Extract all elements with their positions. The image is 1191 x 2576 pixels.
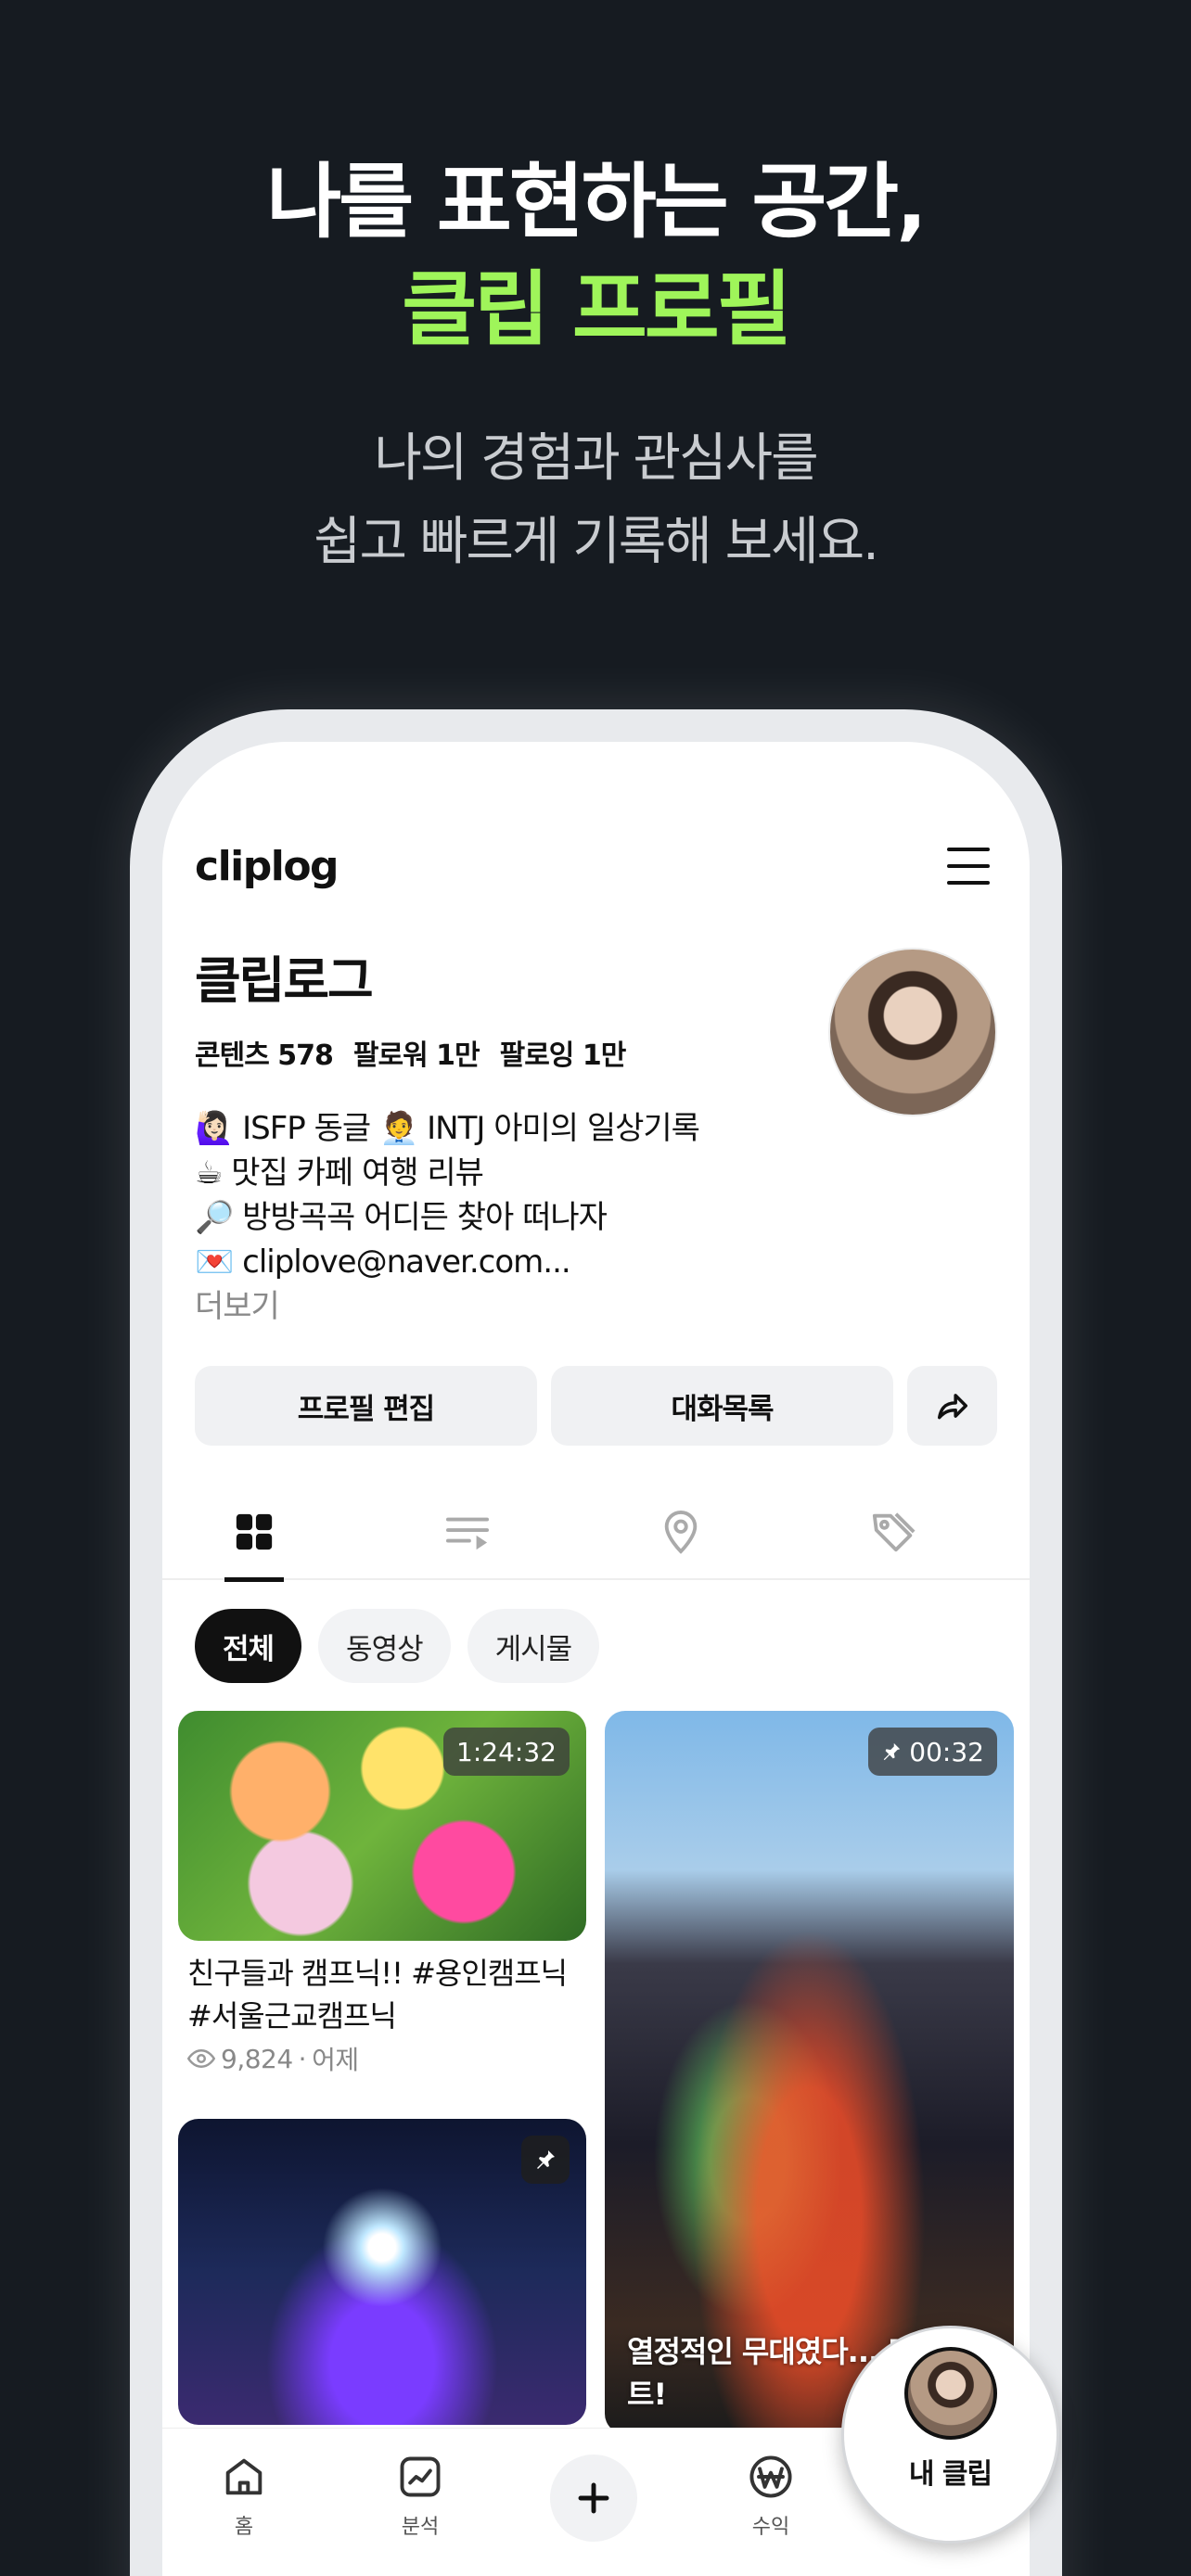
hamburger-menu-icon[interactable] — [947, 848, 990, 885]
tab-playlist[interactable] — [421, 1484, 514, 1580]
my-clip-avatar — [903, 2347, 997, 2440]
duration-text: 00:32 — [909, 1736, 984, 1767]
grid-icon — [236, 1513, 273, 1550]
tag-icon — [872, 1512, 916, 1552]
card-title[interactable]: 친구들과 캠프닉!! #용인캠프닉 #서울근교캠프닉 — [187, 1952, 586, 2037]
video-card-picnic[interactable]: 1:24:32 — [178, 1711, 586, 1941]
bio-line: ☕ 맛집 카페 여행 리뷰 — [195, 1154, 484, 1192]
bio-line: 💌 cliplove@naver.com... — [195, 1243, 571, 1281]
pinned-badge — [521, 2136, 570, 2184]
analytics-icon — [400, 2456, 441, 2497]
chip-all[interactable]: 전체 — [195, 1609, 302, 1683]
hero-title-line1: 나를 표현하는 공간, — [266, 154, 927, 249]
hero-title-line2: 클립 프로필 — [402, 261, 791, 357]
phone-screen: cliplog 클립로그 콘텐츠 578 팔로워 1만 팔로잉 1만 🙋🏻‍♀️… — [162, 742, 1030, 2576]
create-button[interactable] — [550, 2455, 637, 2542]
duration-text: 1:24:32 — [456, 1736, 557, 1767]
card-meta: 9,824 · 어제 — [187, 2040, 359, 2077]
my-clip-label: 내 클립 — [908, 2458, 992, 2491]
edit-profile-button[interactable]: 프로필 편집 — [195, 1366, 537, 1446]
meta-dot: · — [298, 2043, 307, 2074]
share-arrow-icon — [937, 1394, 967, 1420]
won-coin-icon — [749, 2455, 792, 2498]
hero-subtitle-line2: 쉽고 빠르게 기록해 보세요. — [314, 512, 879, 572]
tab-tags[interactable] — [848, 1484, 941, 1580]
hero-subtitle: 나의 경험과 관심사를 쉽고 빠르게 기록해 보세요. — [0, 417, 1191, 584]
tab-grid[interactable] — [208, 1484, 301, 1582]
my-clip-button[interactable]: 내 클립 — [841, 2326, 1059, 2544]
profile-actions: 프로필 편집 대화목록 — [195, 1366, 997, 1446]
post-date: 어제 — [312, 2045, 359, 2075]
hero-section: 나를 표현하는 공간, 클립 프로필 나의 경험과 관심사를 쉽고 빠르게 기록… — [0, 148, 1191, 584]
profile-avatar[interactable] — [828, 948, 997, 1116]
nav-label-revenue: 수익 — [751, 2516, 790, 2539]
chip-videos[interactable]: 동영상 — [318, 1609, 451, 1683]
bio-line: 🔎 방방곡곡 어디든 찾아 떠나자 — [195, 1199, 608, 1236]
home-icon — [225, 2458, 263, 2495]
duration-badge: 1:24:32 — [443, 1728, 570, 1776]
tab-location[interactable] — [634, 1484, 727, 1580]
location-pin-icon — [664, 1511, 698, 1554]
bio-line: 🙋🏻‍♀️ ISFP 동글 🧑‍💼 INTJ 아미의 일상기록 — [195, 1110, 700, 1147]
nav-home[interactable]: 홈 — [188, 2453, 300, 2540]
pin-icon — [537, 2150, 555, 2169]
stat-following[interactable]: 팔로잉 1만 — [500, 1032, 627, 1073]
eye-icon — [187, 2048, 215, 2069]
bio-more-link[interactable]: 더보기 — [195, 1284, 997, 1329]
nav-revenue[interactable]: 수익 — [715, 2453, 826, 2540]
post-card-festival[interactable] — [178, 2119, 586, 2425]
plus-icon — [578, 2482, 609, 2514]
app-header: cliplog — [195, 835, 997, 899]
nav-analytics[interactable]: 분석 — [365, 2453, 476, 2540]
share-button[interactable] — [907, 1366, 997, 1446]
chip-posts[interactable]: 게시물 — [467, 1609, 600, 1683]
stat-followers[interactable]: 팔로워 1만 — [353, 1032, 480, 1073]
hero-subtitle-line1: 나의 경험과 관심사를 — [374, 428, 818, 489]
nav-label-analytics: 분석 — [401, 2516, 440, 2539]
profile-bio: 🙋🏻‍♀️ ISFP 동글 🧑‍💼 INTJ 아미의 일상기록 ☕ 맛집 카페 … — [195, 1106, 997, 1329]
pinned-duration-badge: 00:32 — [868, 1728, 997, 1776]
chat-list-button[interactable]: 대화목록 — [551, 1366, 893, 1446]
filter-chips: 전체 동영상 게시물 — [195, 1609, 600, 1683]
stat-contents[interactable]: 콘텐츠 578 — [195, 1032, 334, 1073]
app-logo[interactable]: cliplog — [195, 835, 339, 899]
content-tabs — [162, 1484, 1030, 1582]
view-count: 9,824 — [221, 2043, 293, 2074]
nav-label-home: 홈 — [234, 2516, 254, 2539]
playlist-icon — [445, 1517, 489, 1550]
pin-icon — [884, 1742, 901, 1761]
